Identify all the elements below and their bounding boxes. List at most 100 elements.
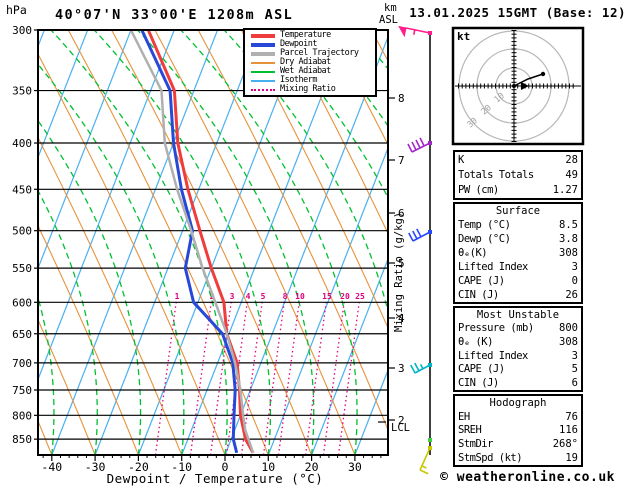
stat-value: 76 xyxy=(565,410,578,423)
pressure-tick-label: 700 xyxy=(12,357,32,370)
stat-value: 116 xyxy=(559,424,578,437)
barb-station-marker xyxy=(428,363,432,367)
legend-swatch xyxy=(251,51,275,56)
stat-label: EH xyxy=(458,410,470,423)
barb-full xyxy=(407,143,413,153)
stat-label: θₑ(K) xyxy=(458,247,488,259)
stat-label: K xyxy=(458,153,464,166)
hodograph-unit-label: kt xyxy=(457,30,471,43)
stat-value: 268° xyxy=(552,438,578,451)
isotherm-line xyxy=(51,31,218,454)
stats-table-surface: Surface Temp (°C) 8.5 Dewp (°C) 3.8 θₑ(K) 308 L… xyxy=(453,202,583,304)
mixing-ratio-value: 8 xyxy=(283,292,288,301)
table-row: Temp (°C) 8.5 xyxy=(455,218,581,232)
table-row: CAPE (J) 0 xyxy=(455,274,581,288)
barb-full xyxy=(416,228,422,238)
barb-full xyxy=(408,232,414,242)
mixing-ratio-line xyxy=(277,299,301,454)
barb-full xyxy=(415,139,421,149)
legend-swatch xyxy=(251,79,275,82)
mixing-ratio-value: 3 xyxy=(230,292,235,301)
stat-label: Dewp (°C) xyxy=(458,233,511,245)
pressure-axis-unit: hPa xyxy=(6,3,27,17)
table-row: Totals Totals 49 xyxy=(455,167,581,182)
stat-label: CAPE (J) xyxy=(458,363,505,376)
run-date: 13.01.2025 15GMT (Base: 12) xyxy=(409,5,626,20)
stats-table-indices: K 28 Totals Totals 49 PW (cm) 1.27 xyxy=(453,150,583,200)
hodograph-path-origin xyxy=(512,84,516,88)
barb-shaft xyxy=(405,27,431,34)
km-axis-unit: km xyxy=(384,2,397,14)
stat-value: 26 xyxy=(565,289,578,301)
wind-barb xyxy=(408,228,432,242)
barb-full xyxy=(412,230,418,240)
table-title: Hodograph xyxy=(489,396,547,409)
asl-label: ASL xyxy=(379,14,398,26)
legend-swatch xyxy=(251,33,275,38)
stat-value: 19 xyxy=(565,452,578,465)
mixing-ratio-value: 20 xyxy=(340,292,350,301)
barb-pennant xyxy=(398,25,407,38)
mixing-ratio-value: 5 xyxy=(261,292,266,301)
stat-label: θₑ (K) xyxy=(458,336,493,349)
stats-table-most-unstable: Most Unstable Pressure (mb) 800 θₑ (K) 308 Li… xyxy=(453,306,583,392)
mixing-ratio-value: 10 xyxy=(295,292,305,301)
table-title: Most Unstable xyxy=(476,308,560,321)
legend: Temperature Dewpoint Parcel Trajectory Dry … xyxy=(243,28,377,97)
mixing-ratio-axis-title: Mixing Ratio (g/kg) xyxy=(393,211,405,332)
table-row: StmSpd (kt) 19 xyxy=(455,451,581,465)
stat-label: CAPE (J) xyxy=(458,275,505,287)
legend-swatch xyxy=(251,70,275,73)
table-row: StmDir 268° xyxy=(455,437,581,451)
pressure-tick-label: 500 xyxy=(12,225,32,238)
mixing-ratio-value: 1 xyxy=(175,292,180,301)
mixing-ratio-line xyxy=(154,299,178,454)
legend-swatch xyxy=(251,42,275,47)
stat-value: 3.8 xyxy=(559,233,578,245)
stat-label: PW (cm) xyxy=(458,184,499,197)
stat-label: Temp (°C) xyxy=(458,219,511,231)
hodograph: 102030 xyxy=(451,26,585,146)
barb-full xyxy=(410,364,416,374)
mixing-ratio-line xyxy=(189,299,213,454)
pressure-tick-label: 350 xyxy=(12,85,32,98)
stat-label: CIN (J) xyxy=(458,289,499,301)
barb-half xyxy=(419,363,424,370)
barb-full xyxy=(419,137,425,147)
table-row: Lifted Index 3 xyxy=(455,349,581,363)
barb-half xyxy=(421,465,427,469)
page-title: 40°07'N 33°00'E 1208m ASL xyxy=(55,7,294,23)
table-row: θₑ (K) 308 xyxy=(455,335,581,349)
table-row: Pressure (mb) 800 xyxy=(455,322,581,336)
stat-value: 3 xyxy=(571,349,578,362)
pressure-tick-label: 450 xyxy=(12,183,32,196)
table-row: CIN (J) 6 xyxy=(455,376,581,390)
stat-value: 28 xyxy=(565,153,578,166)
stat-label: Lifted Index xyxy=(458,261,528,273)
barb-station-marker xyxy=(428,141,432,145)
table-title: Surface xyxy=(495,205,541,217)
stat-value: 49 xyxy=(565,168,578,181)
mixing-ratio-value: 25 xyxy=(355,292,365,301)
sounding-app: 1 2 3 4 5 8 10 15 20 25 300 350 400 450 500 550 600 650 70… xyxy=(0,0,629,486)
stat-value: 308 xyxy=(559,247,578,259)
table-row: θₑ(K) 308 xyxy=(455,246,581,260)
hodograph-path-end xyxy=(540,71,546,77)
wind-barb xyxy=(398,25,432,38)
copyright: © weatheronline.co.uk xyxy=(440,470,615,485)
barb-station-marker xyxy=(428,31,432,35)
wind-barb xyxy=(410,362,432,374)
stat-value: 8.5 xyxy=(559,219,578,231)
pressure-tick-label: 850 xyxy=(12,433,32,446)
pressure-tick-label: 800 xyxy=(12,409,32,422)
barb-full xyxy=(414,362,420,372)
stats-table-hodograph: Hodograph EH 76 SREH 116 StmDir 268° StmSpd (kt… xyxy=(453,394,583,467)
mixing-ratio-value: 4 xyxy=(246,292,251,301)
table-row: PW (cm) 1.27 xyxy=(455,183,581,198)
stat-value: 5 xyxy=(571,363,578,376)
pressure-tick-label: 400 xyxy=(12,137,32,150)
table-row: EH 76 xyxy=(455,410,581,424)
stat-label: SREH xyxy=(458,424,482,437)
stat-value: 3 xyxy=(571,261,578,273)
pressure-tick-label: 650 xyxy=(12,328,32,341)
